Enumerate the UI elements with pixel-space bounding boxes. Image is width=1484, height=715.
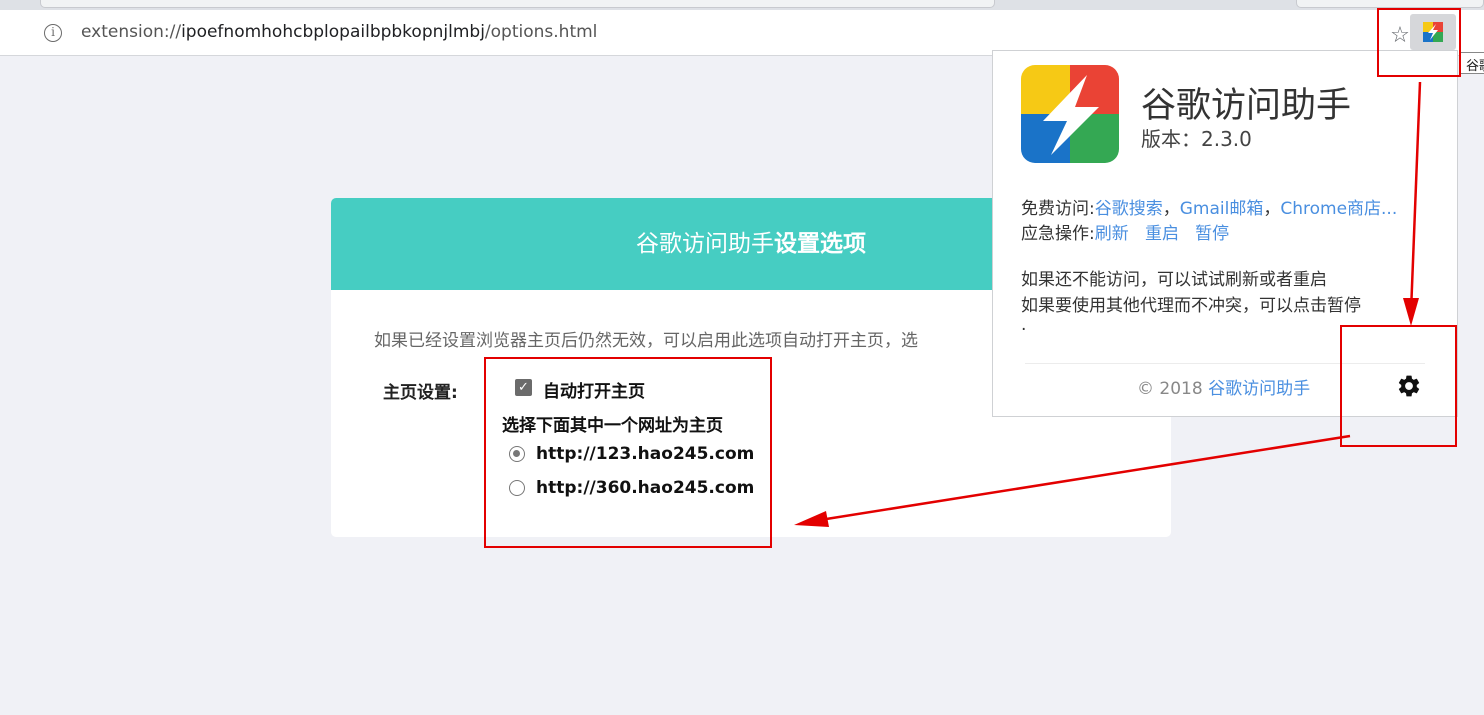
annotation-arrow-down [1409,81,1422,313]
annotation-arrowhead-left [794,511,829,527]
annotation-arrowhead-down [1403,298,1419,326]
annotation-arrows [794,81,1422,527]
annotation-arrow-left [819,434,1351,522]
